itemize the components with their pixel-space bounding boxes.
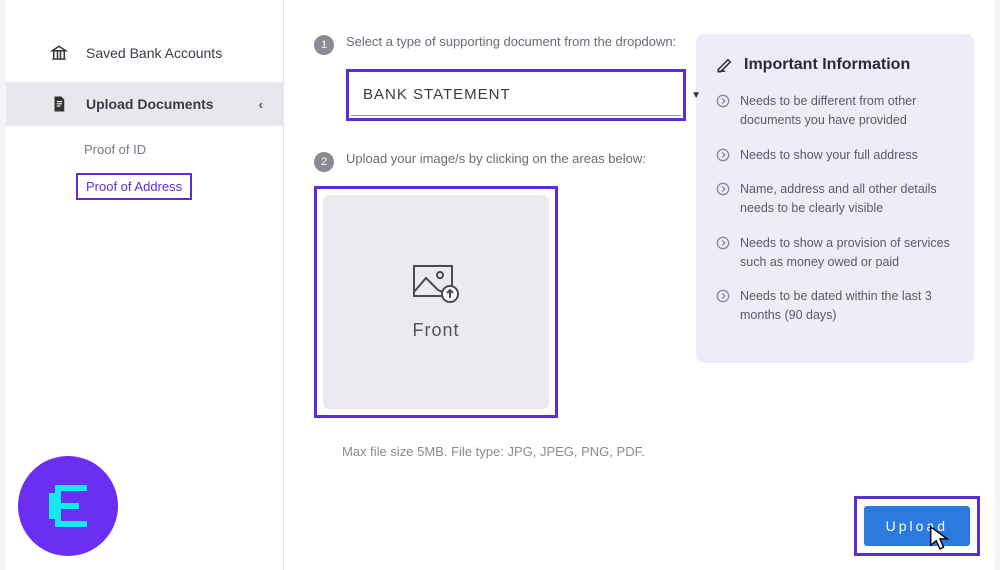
info-item: Needs to be different from other documen… [716,92,954,130]
info-item-text: Needs to be dated within the last 3 mont… [740,287,954,325]
important-information-panel: Important Information Needs to be differ… [696,34,974,363]
brand-logo [18,456,118,556]
step-2-number: 2 [314,152,334,172]
info-item-text: Needs to show your full address [740,146,918,165]
caret-down-icon: ▼ [691,90,701,101]
step-2: 2 Upload your image/s by clicking on the… [314,151,686,172]
info-item: Needs to show a provision of services su… [716,234,954,272]
info-title: Important Information [744,56,910,74]
info-item-text: Name, address and all other details need… [740,180,954,218]
nav-saved-label: Saved Bank Accounts [86,45,222,61]
upload-button[interactable]: Upload [864,506,970,546]
bank-icon [50,44,68,62]
step-1-number: 1 [314,35,334,55]
nav-proof-of-id[interactable]: Proof of ID [84,132,146,167]
document-icon [50,95,68,113]
info-item-text: Needs to be different from other documen… [740,92,954,130]
upload-front-caption: Front [412,320,459,341]
info-item: Name, address and all other details need… [716,180,954,218]
info-item-text: Needs to show a provision of services su… [740,234,954,272]
image-upload-icon [412,264,460,304]
chevron-left-icon: ‹ [259,97,263,112]
upload-button-highlight: Upload [854,496,980,556]
main-content: 1 Select a type of supporting document f… [284,0,994,570]
info-item: Needs to be dated within the last 3 mont… [716,287,954,325]
chevron-right-icon [716,182,730,196]
upload-front-area[interactable]: Front [314,186,558,418]
info-item: Needs to show your full address [716,146,954,165]
nav-upload-label: Upload Documents [86,96,214,112]
nav-upload-documents[interactable]: Upload Documents ‹ [6,82,283,126]
step-1-text: Select a type of supporting document fro… [346,34,676,49]
step-2-text: Upload your image/s by clicking on the a… [346,151,646,166]
nav-sub-items: Proof of ID Proof of Address [6,126,283,200]
nav-saved-bank-accounts[interactable]: Saved Bank Accounts [6,32,283,82]
chevron-right-icon [716,148,730,162]
nav-proof-of-address[interactable]: Proof of Address [76,173,192,200]
step-1: 1 Select a type of supporting document f… [314,34,686,55]
chevron-right-icon [716,94,730,108]
file-hint: Max file size 5MB. File type: JPG, JPEG,… [342,444,686,459]
document-type-value: BANK STATEMENT [363,86,511,103]
document-type-select[interactable]: BANK STATEMENT ▼ [346,69,686,121]
chevron-right-icon [716,236,730,250]
pen-icon [716,56,734,74]
chevron-right-icon [716,289,730,303]
